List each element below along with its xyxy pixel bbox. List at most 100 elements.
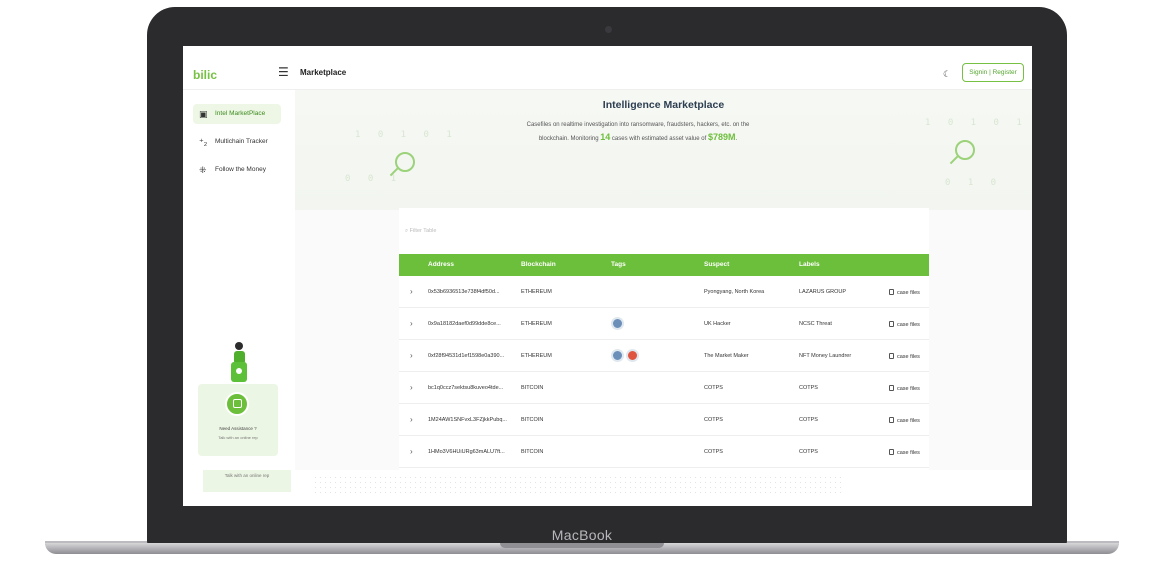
col-blockchain[interactable]: Blockchain — [521, 261, 556, 268]
sidebar: ▣ Intel MarketPlace ⁺₂ Multichain Tracke… — [183, 90, 295, 506]
suspect-cell: COTPS — [704, 417, 723, 423]
table-row[interactable]: › 0x9a18182daef0d99dde8ce... ETHEREUM UK Ha… — [399, 308, 929, 340]
suspect-cell: The Market Maker — [704, 353, 749, 359]
expand-chevron-icon[interactable]: › — [410, 287, 413, 296]
sidebar-item-multichain-tracker[interactable]: ⁺₂ Multichain Tracker — [193, 132, 281, 152]
sidebar-item-follow-the-money[interactable]: ⁜ Follow the Money — [193, 160, 281, 180]
main-content: 1 0 1 0 1 0 0 1 1 0 1 0 1 0 1 0 Intellig… — [295, 90, 1032, 506]
expand-chevron-icon[interactable]: › — [410, 383, 413, 392]
table-row[interactable]: › bc1q0ccz7sektsu8kuveo4tde... BITCOIN COTP… — [399, 372, 929, 404]
address-cell[interactable]: 0x9a18182daef0d99dde8ce... — [428, 321, 501, 327]
dotted-pattern — [313, 475, 843, 497]
table-header: Address Blockchain Tags Suspect Labels — [399, 254, 929, 276]
col-labels[interactable]: Labels — [799, 261, 820, 268]
bezel-label: MacBook — [551, 527, 613, 543]
label-cell: NCSC Threat — [799, 321, 832, 327]
decor-digits: 1 0 1 0 1 — [925, 118, 1028, 128]
decor-digits: 1 0 1 0 1 — [355, 130, 458, 140]
blockchain-cell: BITCOIN — [521, 385, 544, 391]
document-icon — [889, 289, 894, 295]
assistance-card[interactable]: Need Assistance ? Talk with an online re… — [198, 384, 278, 456]
asset-value: $789M — [707, 132, 736, 142]
case-files-link[interactable]: case files — [889, 385, 920, 392]
sidebar-item-label: Intel MarketPlace — [215, 110, 266, 117]
address-cell[interactable]: 1M24AW1SNFvxL3FZjkkPubq... — [428, 417, 507, 423]
blockchain-cell: ETHEREUM — [521, 321, 552, 327]
label-cell: COTPS — [799, 417, 818, 423]
magnifier-icon — [395, 152, 415, 172]
assist-subtitle: Talk with an online rep — [218, 435, 258, 440]
app-header: bilic ☰ Marketplace ☾ Signin | Register — [183, 56, 1032, 90]
app-screen: bilic ☰ Marketplace ☾ Signin | Register … — [183, 46, 1032, 506]
flow-icon: ⁜ — [199, 165, 207, 175]
suspect-cell: COTPS — [704, 449, 723, 455]
case-files-link[interactable]: case files — [889, 353, 920, 360]
case-files-label: case files — [897, 290, 920, 296]
case-count: 14 — [600, 132, 611, 142]
assist-title: Need Assistance ? — [219, 426, 257, 431]
expand-chevron-icon[interactable]: › — [410, 319, 413, 328]
address-cell[interactable]: 1HMo3V6HUiURg63mALU7ft... — [428, 449, 505, 455]
filter-input[interactable]: ⌕ Filter Table — [399, 224, 509, 239]
col-suspect[interactable]: Suspect — [704, 261, 729, 268]
case-files-label: case files — [897, 354, 920, 360]
case-files-link[interactable]: case files — [889, 449, 920, 456]
magnifier-icon — [955, 140, 975, 160]
blockchain-cell: BITCOIN — [521, 417, 544, 423]
signin-register-button[interactable]: Signin | Register — [962, 63, 1024, 82]
theme-toggle-icon[interactable]: ☾ — [943, 69, 951, 80]
camera-dot — [605, 26, 612, 33]
document-icon — [889, 321, 894, 327]
suspect-cell: UK Hacker — [704, 321, 731, 327]
chain-icon: ⁺₂ — [199, 137, 208, 147]
case-files-label: case files — [897, 386, 920, 392]
laptop-notch — [500, 543, 664, 548]
address-cell[interactable]: bc1q0ccz7sektsu8kuveo4tde... — [428, 385, 503, 391]
case-files-link[interactable]: case files — [889, 289, 920, 296]
app-logo[interactable]: bilic — [193, 68, 217, 82]
label-cell: COTPS — [799, 449, 818, 455]
hero-banner: 1 0 1 0 1 0 0 1 1 0 1 0 1 0 1 0 Intellig… — [295, 90, 1032, 210]
marketplace-table: ⌕ Filter Table Address Blockchain Tags S… — [399, 208, 929, 506]
col-address[interactable]: Address — [428, 261, 454, 268]
blockchain-cell: ETHEREUM — [521, 289, 552, 295]
laptop-mockup: bilic ☰ Marketplace ☾ Signin | Register … — [0, 0, 1164, 563]
menu-icon[interactable]: ☰ — [278, 65, 289, 79]
address-cell[interactable]: 0x53b6936513e738f4df50d... — [428, 289, 500, 295]
sidebar-item-label: Multichain Tracker — [215, 138, 268, 145]
document-icon — [889, 385, 894, 391]
case-files-label: case files — [897, 450, 920, 456]
document-icon — [889, 449, 894, 455]
talk-rep-link[interactable]: Talk with an online rep — [203, 470, 291, 492]
sidebar-item-label: Follow the Money — [215, 166, 266, 173]
address-cell[interactable]: 0xf28f94531d1ef1598e0a390... — [428, 353, 504, 359]
label-cell: NFT Money Laundrer — [799, 353, 852, 359]
tag-badge-icon[interactable] — [611, 317, 624, 330]
label-cell: COTPS — [799, 385, 818, 391]
case-files-link[interactable]: case files — [889, 321, 920, 328]
table-row[interactable]: › 1M24AW1SNFvxL3FZjkkPubq... BITCOIN COTPS C… — [399, 404, 929, 436]
suspect-cell: Pyongyang, North Korea — [704, 289, 765, 295]
document-icon — [889, 417, 894, 423]
expand-chevron-icon[interactable]: › — [410, 447, 413, 456]
search-icon: ⌕ — [405, 228, 409, 234]
screen-overflow-area: Talk with an online rep — [183, 470, 1032, 506]
label-cell: LAZARUS GROUP — [799, 289, 847, 295]
table-row[interactable]: › 0x53b6936513e738f4df50d... ETHEREUM Pyong… — [399, 276, 929, 308]
expand-chevron-icon[interactable]: › — [410, 351, 413, 360]
blockchain-cell: ETHEREUM — [521, 353, 552, 359]
page-title: Marketplace — [300, 68, 347, 77]
assistant-illustration — [231, 342, 247, 382]
tag-badge-icon[interactable] — [626, 349, 639, 362]
tag-badge-icon[interactable] — [611, 349, 624, 362]
case-files-label: case files — [897, 418, 920, 424]
sidebar-item-intel-marketplace[interactable]: ▣ Intel MarketPlace — [193, 104, 281, 124]
suspect-cell: COTPS — [704, 385, 723, 391]
hero-title: Intelligence Marketplace — [602, 99, 725, 111]
store-icon: ▣ — [199, 109, 208, 119]
col-tags[interactable]: Tags — [611, 261, 626, 268]
expand-chevron-icon[interactable]: › — [410, 415, 413, 424]
table-row[interactable]: › 1HMo3V6HUiURg63mALU7ft... BITCOIN COTPS CO… — [399, 436, 929, 468]
table-row[interactable]: › 0xf28f94531d1ef1598e0a390... ETHEREUM The… — [399, 340, 929, 372]
case-files-link[interactable]: case files — [889, 417, 920, 424]
